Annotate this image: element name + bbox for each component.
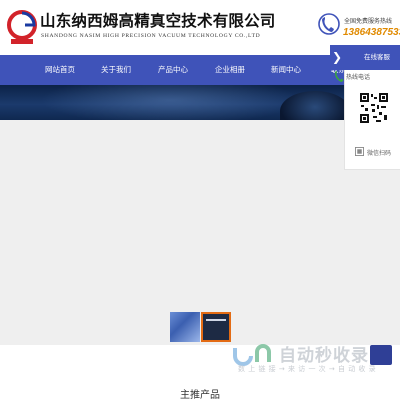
nav-item-album[interactable]: 企业相册 — [202, 55, 258, 85]
watermark-title: 自动秒收录 — [279, 346, 369, 366]
wechat-icon — [355, 147, 364, 156]
slider-thumbnail-1[interactable] — [170, 312, 200, 342]
watermark-subtitle: 数 上 链 接 → 来 访 一 次 → 自 动 收 录 — [238, 365, 377, 373]
company-name-cn: 山东纳西姆高精真空技术有限公司 — [40, 11, 276, 30]
phone-icon — [335, 71, 344, 82]
collapse-arrow-icon[interactable]: ❯ — [330, 45, 344, 70]
online-service-label: 在线客服 — [364, 54, 390, 61]
section-title-featured-products: 主推产品 — [180, 390, 220, 400]
phone-icon — [318, 13, 340, 35]
nav-item-news[interactable]: 新闻中心 — [258, 55, 314, 85]
hotline-phone-label[interactable]: 热线电话 — [346, 72, 370, 81]
slider-thumbnail-2-active[interactable] — [201, 312, 231, 342]
float-badge[interactable] — [370, 345, 392, 365]
online-service-header[interactable]: 在线客服 — [344, 45, 400, 70]
company-name-en: SHANDONG NASIM HIGH PRECISION VACUUM TEC… — [41, 33, 261, 39]
wechat-qr-code — [359, 92, 389, 124]
company-logo[interactable] — [7, 9, 37, 45]
hotline-number[interactable]: 13864387533 — [343, 27, 400, 38]
nav-item-about[interactable]: 关于我们 — [88, 55, 144, 85]
nav-item-home[interactable]: 网站首页 — [32, 55, 88, 85]
wechat-scan-label: 微信扫码 — [367, 151, 392, 157]
hotline-label: 全国免费服务热线 — [344, 19, 393, 25]
nav-item-products[interactable]: 产品中心 — [145, 55, 201, 85]
banner-glow — [40, 85, 300, 120]
